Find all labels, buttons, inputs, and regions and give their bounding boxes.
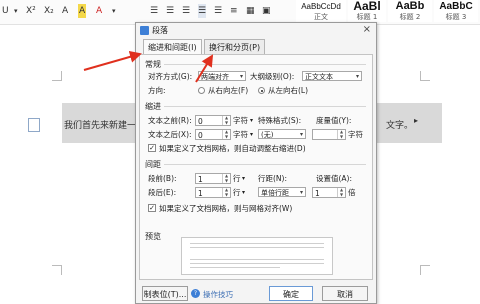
annotation-arrows — [83, 50, 214, 83]
arrow-to-indent-tab — [83, 50, 142, 71]
arrow-to-linebreak-tab — [195, 54, 214, 83]
